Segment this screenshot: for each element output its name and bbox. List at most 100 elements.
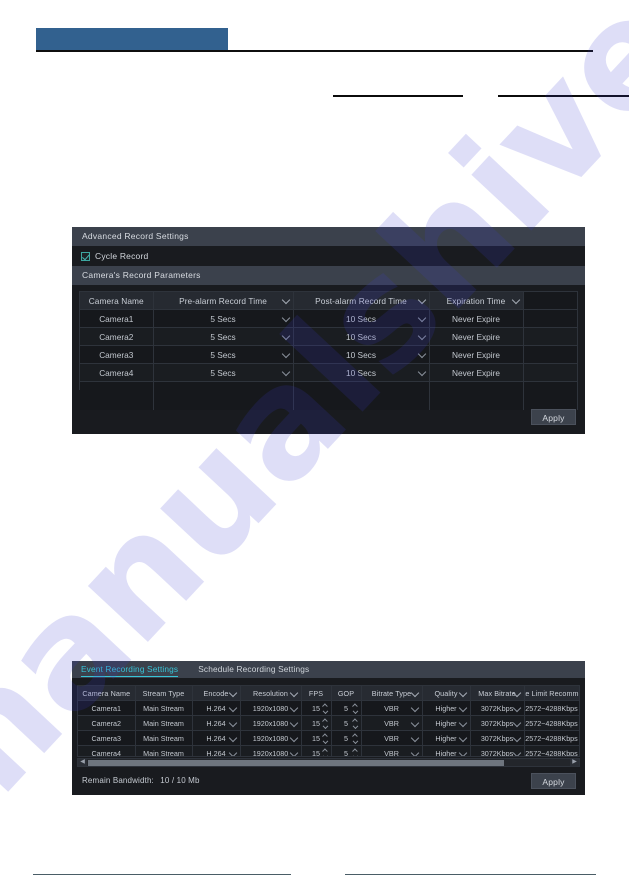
cell-expiration-time[interactable]: Never Expire [429, 363, 524, 382]
col-bitrate-type[interactable]: Bitrate Type [361, 686, 423, 701]
chevron-down-icon[interactable] [281, 313, 290, 323]
chevron-down-icon[interactable] [417, 313, 426, 323]
cell-post-alarm-record-time[interactable]: 10 Secs [293, 309, 430, 328]
cell-bitrate-type[interactable]: VBR [361, 715, 423, 731]
cell-fps[interactable]: 15 [301, 730, 332, 746]
cell-gop[interactable]: 5 [331, 730, 362, 746]
cell-max-bitrate[interactable]: 3072Kbps [470, 715, 525, 731]
tab-event-recording-settings[interactable]: Event Recording Settings [81, 664, 179, 677]
tab-schedule-recording-settings[interactable]: Schedule Recording Settings [198, 664, 309, 675]
chevron-down-icon[interactable] [512, 733, 521, 742]
scrollbar-thumb[interactable] [88, 759, 504, 766]
stepper-arrows-icon[interactable] [323, 703, 328, 713]
chevron-down-icon[interactable] [228, 703, 237, 712]
chevron-down-icon[interactable] [512, 718, 521, 727]
chevron-down-icon[interactable] [417, 295, 426, 305]
chevron-down-icon[interactable] [281, 367, 290, 377]
cell-pre-alarm-record-time[interactable]: 5 Secs [153, 363, 294, 382]
cell-expiration-time[interactable]: Never Expire [429, 345, 524, 364]
cell-pre-alarm-record-time[interactable]: 5 Secs [153, 345, 294, 364]
chevron-down-icon[interactable] [410, 718, 419, 727]
chevron-down-icon[interactable] [228, 733, 237, 742]
cell-bitrate-type[interactable]: VBR [361, 745, 423, 756]
cell-encode[interactable]: H.264 [192, 715, 241, 731]
cell-gop[interactable]: 5 [331, 745, 362, 756]
stepper-arrows-icon[interactable] [323, 733, 328, 743]
chevron-down-icon[interactable] [512, 703, 521, 712]
chevron-down-icon[interactable] [511, 295, 520, 305]
cell-pre-alarm-record-time[interactable]: 5 Secs [153, 309, 294, 328]
horizontal-scrollbar[interactable]: ◀ ▶ [77, 758, 580, 767]
chevron-down-icon[interactable] [228, 718, 237, 727]
cell-fps[interactable]: 15 [301, 745, 332, 756]
chevron-down-icon[interactable] [417, 349, 426, 359]
cell-gop[interactable]: 5 [331, 715, 362, 731]
col-quality[interactable]: Quality [422, 686, 471, 701]
chevron-down-icon[interactable] [281, 295, 290, 305]
chevron-down-icon[interactable] [410, 703, 419, 712]
chevron-down-icon[interactable] [289, 733, 298, 742]
col-post-alarm-record-time[interactable]: Post-alarm Record Time [293, 292, 430, 310]
chevron-down-icon[interactable] [458, 748, 467, 756]
col-resolution[interactable]: Resolution [240, 686, 302, 701]
cycle-record-checkbox[interactable] [81, 251, 90, 261]
chevron-down-icon[interactable] [281, 349, 290, 359]
cell-post-alarm-record-time[interactable]: 10 Secs [293, 363, 430, 382]
cell-quality[interactable]: Higher [422, 745, 471, 756]
cell-bitrate-type[interactable]: VBR [361, 730, 423, 746]
cell-expiration-time[interactable]: Never Expire [429, 309, 524, 328]
col-pre-alarm-record-time[interactable]: Pre-alarm Record Time [153, 292, 294, 310]
chevron-down-icon[interactable] [228, 688, 237, 697]
recording-apply-button[interactable]: Apply [531, 773, 576, 789]
col-expiration-time[interactable]: Expiration Time [429, 292, 524, 310]
cell-max-bitrate[interactable]: 3072Kbps [470, 700, 525, 716]
cell-expiration-time[interactable]: Never Expire [429, 327, 524, 346]
advanced-apply-button[interactable]: Apply [531, 409, 576, 425]
chevron-down-icon[interactable] [512, 748, 521, 756]
scroll-right-icon[interactable]: ▶ [570, 759, 579, 766]
chevron-down-icon[interactable] [289, 748, 298, 756]
chevron-down-icon[interactable] [458, 688, 467, 697]
chevron-down-icon[interactable] [410, 733, 419, 742]
cell-bitrate-type[interactable]: VBR [361, 700, 423, 716]
chevron-down-icon[interactable] [410, 748, 419, 756]
chevron-down-icon[interactable] [281, 331, 290, 341]
stepper-arrows-icon[interactable] [353, 703, 358, 713]
cell-resolution[interactable]: 1920x1080 [240, 715, 302, 731]
chevron-down-icon[interactable] [417, 331, 426, 341]
stepper-arrows-icon[interactable] [353, 748, 358, 756]
chevron-down-icon[interactable] [458, 703, 467, 712]
cell-fps[interactable]: 15 [301, 715, 332, 731]
cell-resolution[interactable]: 1920x1080 [240, 700, 302, 716]
cell-fps[interactable]: 15 [301, 700, 332, 716]
scroll-left-icon[interactable]: ◀ [78, 759, 87, 766]
cell-resolution[interactable]: 1920x1080 [240, 730, 302, 746]
chevron-down-icon[interactable] [417, 367, 426, 377]
cell-quality[interactable]: Higher [422, 700, 471, 716]
cell-pre-alarm-record-time[interactable]: 5 Secs [153, 327, 294, 346]
stepper-arrows-icon[interactable] [353, 733, 358, 743]
stepper-arrows-icon[interactable] [353, 718, 358, 728]
cell-post-alarm-record-time[interactable]: 10 Secs [293, 345, 430, 364]
cell-encode[interactable]: H.264 [192, 700, 241, 716]
cell-post-alarm-record-time[interactable]: 10 Secs [293, 327, 430, 346]
chevron-down-icon[interactable] [289, 718, 298, 727]
cell-max-bitrate[interactable]: 3072Kbps [470, 730, 525, 746]
col-encode[interactable]: Encode [192, 686, 241, 701]
chevron-down-icon[interactable] [289, 703, 298, 712]
chevron-down-icon[interactable] [458, 718, 467, 727]
cell-gop[interactable]: 5 [331, 700, 362, 716]
cell-max-bitrate[interactable]: 3072Kbps [470, 745, 525, 756]
chevron-down-icon[interactable] [410, 688, 419, 697]
cycle-record-row[interactable]: Cycle Record [72, 246, 585, 266]
cell-quality[interactable]: Higher [422, 715, 471, 731]
cell-quality[interactable]: Higher [422, 730, 471, 746]
stepper-arrows-icon[interactable] [323, 718, 328, 728]
cell-resolution[interactable]: 1920x1080 [240, 745, 302, 756]
chevron-down-icon[interactable] [289, 688, 298, 697]
chevron-down-icon[interactable] [228, 748, 237, 756]
chevron-down-icon[interactable] [458, 733, 467, 742]
cell-encode[interactable]: H.264 [192, 745, 241, 756]
stepper-arrows-icon[interactable] [323, 748, 328, 756]
col-max-bitrate[interactable]: Max Bitrate [470, 686, 525, 701]
